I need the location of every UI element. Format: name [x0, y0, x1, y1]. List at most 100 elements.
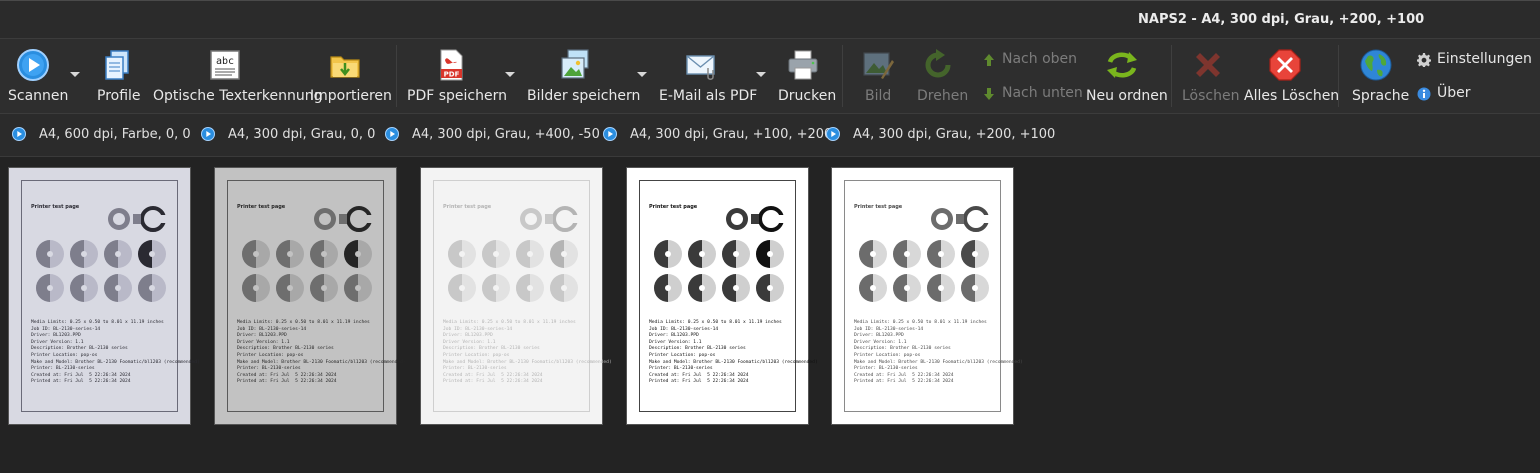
image-label: Bild: [865, 88, 892, 104]
save-images-button[interactable]: Bilder speichern: [522, 39, 652, 113]
test-pattern-circles: [448, 240, 578, 302]
import-folder-icon: [330, 56, 360, 78]
language-button[interactable]: Sprache: [1344, 39, 1410, 113]
svg-text:abc: abc: [216, 56, 234, 67]
email-icon: [686, 55, 715, 80]
scan-play-icon: [603, 127, 617, 141]
ocr-icon: abc: [210, 50, 240, 80]
page-thumbnail[interactable]: Printer test page Media Limits: 0.25 x 0.…: [626, 167, 818, 425]
import-label: Importieren: [310, 88, 392, 104]
toolbar-separator: [1171, 45, 1172, 107]
pdf-icon: PDF: [440, 49, 463, 81]
printing-logo-icon: [108, 206, 167, 232]
email-pdf-dropdown-chevron-down-icon[interactable]: [756, 72, 766, 77]
clear-all-icon: [1269, 49, 1301, 81]
save-pdf-label: PDF speichern: [407, 88, 507, 104]
page-title-text: Printer test page: [237, 204, 286, 210]
rotate-button[interactable]: Drehen: [910, 39, 970, 113]
clear-all-button[interactable]: Alles Löschen: [1241, 39, 1339, 113]
move-up-label: Nach oben: [1002, 51, 1078, 67]
scan-label: Scannen: [8, 88, 69, 104]
window-title: NAPS2 - A4, 300 dpi, Grau, +200, +100: [1138, 12, 1425, 27]
test-pattern-circles: [242, 240, 372, 302]
page-info-text: Media Limits: 0.25 x 0.50 to 8.01 x 11.1…: [854, 320, 1023, 385]
page-title-text: Printer test page: [649, 204, 698, 210]
page-thumbnail[interactable]: Printer test page Media Limits: 0.25 x 0.…: [8, 167, 200, 425]
save-pdf-button[interactable]: PDF PDF speichern: [402, 39, 520, 113]
reorder-button[interactable]: Neu ordnen: [1080, 39, 1168, 113]
scan-dropdown-chevron-down-icon[interactable]: [70, 72, 80, 77]
page-thumbnail[interactable]: Printer test page Media Limits: 0.25 x 0.…: [831, 167, 1023, 425]
scan-button[interactable]: Scannen: [0, 39, 86, 113]
arrow-down-icon: [984, 88, 994, 100]
info-icon: [1417, 87, 1431, 101]
profiles-button[interactable]: Profile: [88, 39, 144, 113]
profile-label: A4, 300 dpi, Grau, +100, +200: [630, 127, 833, 142]
profiles-label: Profile: [97, 88, 141, 104]
gear-icon: [1417, 53, 1431, 67]
test-pattern-circles: [859, 240, 989, 302]
delete-label: Löschen: [1182, 88, 1240, 104]
reorder-label: Neu ordnen: [1086, 88, 1168, 104]
print-label: Drucken: [778, 88, 837, 104]
profile-label: A4, 300 dpi, Grau, +200, +100: [853, 127, 1056, 142]
rotate-icon: [925, 49, 951, 78]
toolbar-separator: [396, 45, 397, 107]
image-edit-icon: [863, 52, 894, 79]
title-bar: NAPS2 - A4, 300 dpi, Grau, +200, +100: [0, 0, 1540, 38]
globe-icon: [1360, 49, 1392, 81]
test-pattern-circles: [654, 240, 784, 302]
language-label: Sprache: [1352, 88, 1410, 104]
clear-all-label: Alles Löschen: [1244, 88, 1340, 104]
images-icon: [561, 49, 589, 79]
svg-text:PDF: PDF: [444, 71, 460, 79]
delete-button[interactable]: Löschen: [1177, 39, 1239, 113]
profile-label: A4, 600 dpi, Farbe, 0, 0: [39, 127, 191, 142]
move-down-label: Nach unten: [1002, 85, 1083, 101]
toolbar: Scannen Profile abc Optische Texterkennu…: [0, 38, 1540, 114]
rotate-label: Drehen: [917, 88, 969, 104]
ocr-button[interactable]: abc Optische Texterkennung: [150, 39, 323, 113]
test-pattern-circles: [36, 240, 166, 302]
email-pdf-button[interactable]: E-Mail als PDF: [654, 39, 770, 113]
save-images-label: Bilder speichern: [527, 88, 641, 104]
profile-label: A4, 300 dpi, Grau, +400, -50: [412, 127, 600, 142]
toolbar-separator: [842, 45, 843, 107]
page-info-text: Media Limits: 0.25 x 0.50 to 8.01 x 11.1…: [31, 320, 200, 385]
reorder-icon: [1107, 52, 1137, 78]
image-button[interactable]: Bild: [848, 39, 908, 113]
toolbar-separator: [1338, 45, 1339, 107]
page-title-text: Printer test page: [443, 204, 492, 210]
arrow-up-icon: [984, 54, 994, 66]
page-info-text: Media Limits: 0.25 x 0.50 to 8.01 x 11.1…: [443, 320, 612, 385]
save-images-dropdown-chevron-down-icon[interactable]: [637, 72, 647, 77]
page-info-text: Media Limits: 0.25 x 0.50 to 8.01 x 11.1…: [237, 320, 406, 385]
scan-play-icon: [201, 127, 215, 141]
printing-logo-icon: [520, 206, 579, 232]
about-label: Über: [1437, 85, 1471, 101]
profiles-icon: [105, 50, 129, 80]
profile-label: A4, 300 dpi, Grau, 0, 0: [228, 127, 376, 142]
scan-play-icon: [826, 127, 840, 141]
ocr-label: Optische Texterkennung: [153, 88, 323, 104]
printing-logo-icon: [314, 206, 373, 232]
email-pdf-label: E-Mail als PDF: [659, 88, 758, 104]
delete-x-icon: [1196, 53, 1220, 77]
scan-play-icon: [385, 127, 399, 141]
printing-logo-icon: [931, 206, 990, 232]
scan-icon: [17, 49, 49, 81]
settings-label: Einstellungen: [1437, 51, 1532, 67]
scan-play-icon: [12, 127, 26, 141]
print-button[interactable]: Drucken: [772, 39, 837, 113]
page-info-text: Media Limits: 0.25 x 0.50 to 8.01 x 11.1…: [649, 320, 818, 385]
page-title-text: Printer test page: [854, 204, 903, 210]
profile-bar: A4, 600 dpi, Farbe, 0, 0 A4, 300 dpi, Gr…: [0, 114, 1540, 157]
printer-icon: [788, 50, 818, 80]
printing-logo-icon: [726, 206, 785, 232]
import-button[interactable]: Importieren: [306, 39, 392, 113]
save-pdf-dropdown-chevron-down-icon[interactable]: [505, 72, 515, 77]
page-title-text: Printer test page: [31, 204, 80, 210]
thumbnail-area: Printer test page Media Limits: 0.25 x 0.…: [0, 157, 1540, 473]
page-thumbnail[interactable]: Printer test page Media Limits: 0.25 x 0.…: [420, 167, 612, 425]
page-thumbnail[interactable]: Printer test page Media Limits: 0.25 x 0.…: [214, 167, 406, 425]
